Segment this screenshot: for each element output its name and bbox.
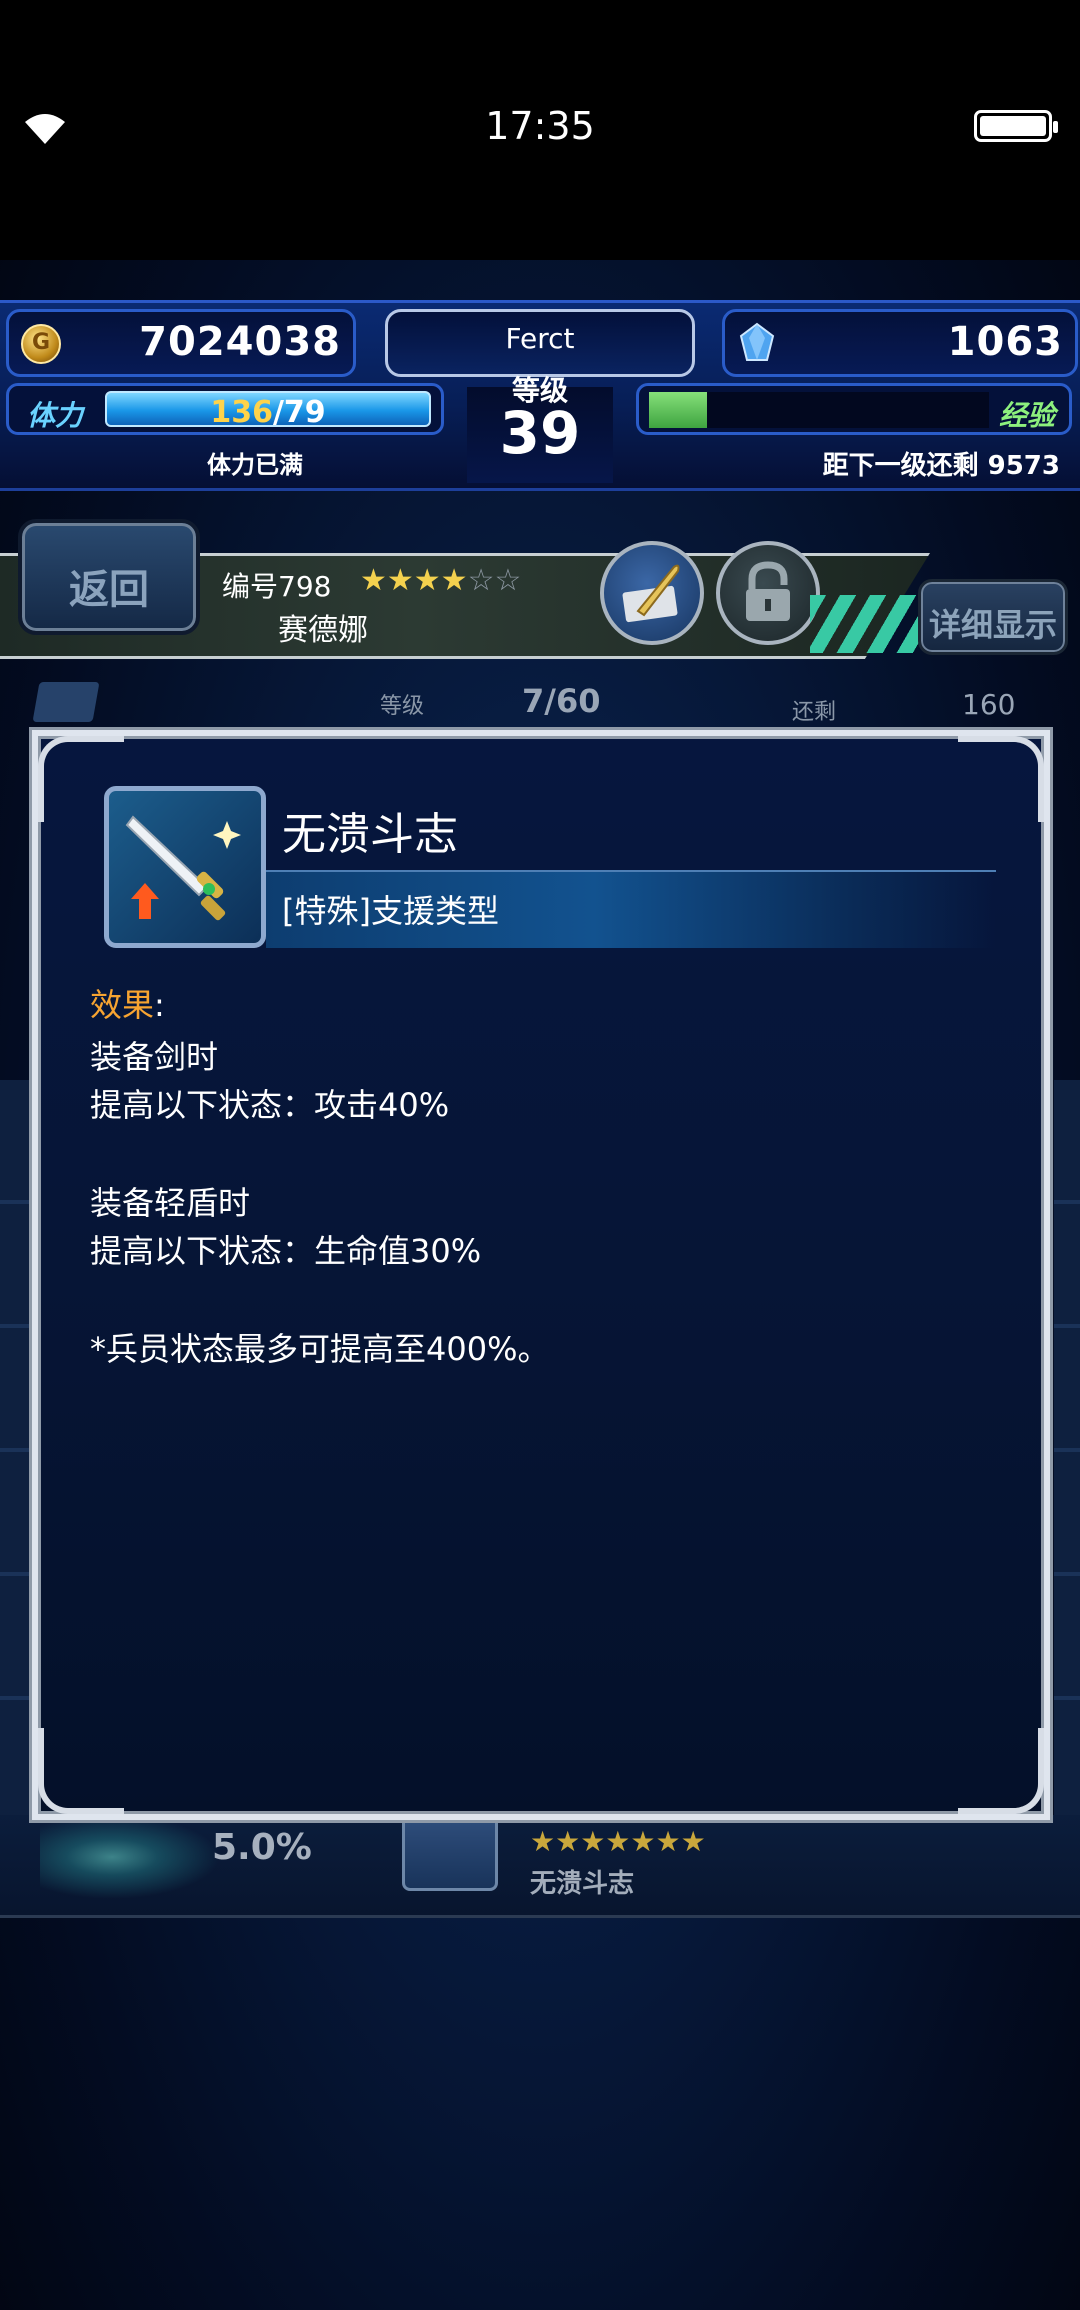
- corner-ornament: [38, 1728, 124, 1814]
- ability-detail-dialog[interactable]: 无溃斗志 [特殊]支援类型 效果: 装备剑时 提高以下状态：攻击40% 装备轻盾…: [32, 730, 1050, 1820]
- bottom-glow: [40, 1815, 220, 1899]
- lapis-amount: 1063: [947, 319, 1063, 365]
- background-ability-row: 5.0% ★★★★★★★ 无溃斗志: [0, 1815, 1080, 1918]
- gil-coin-icon: [21, 324, 61, 364]
- status-bar: 17:35: [0, 0, 1080, 260]
- unit-number: 编号798: [222, 570, 332, 603]
- lapis-crystal-icon: [739, 322, 775, 361]
- effect-line: 装备轻盾时: [90, 1184, 251, 1222]
- stars-empty: ☆☆: [467, 563, 522, 598]
- stars-filled: ★★★★: [360, 563, 468, 598]
- effect-note: *兵员状态最多可提高至400%。: [90, 1330, 550, 1368]
- player-name: Ferct: [505, 322, 575, 355]
- exp-bar-fill: [649, 392, 707, 428]
- unit-name: 赛德娜: [278, 613, 368, 648]
- back-button[interactable]: 返回: [18, 519, 200, 635]
- background-level-row: 等级 7/60 还剩 160: [380, 680, 1080, 725]
- exp-remaining: 距下一级还剩 9573: [822, 451, 1060, 481]
- ability-name: 无溃斗志: [282, 809, 458, 860]
- ability-sword-icon: [104, 786, 266, 948]
- stamina-gauge: 体力 136/79: [6, 383, 444, 435]
- bg-level-value: 7/60: [522, 682, 601, 720]
- unit-rarity-stars: ★★★★☆☆: [360, 563, 521, 598]
- exp-gauge: 经验: [636, 383, 1072, 435]
- corner-ornament: [958, 1728, 1044, 1814]
- effect-line: 提高以下状态：生命值30%: [90, 1232, 482, 1270]
- detail-view-label: 详细显示: [928, 606, 1057, 644]
- bg-ability-stars: ★★★★★★★: [530, 1825, 706, 1858]
- corner-ornament: [958, 736, 1044, 822]
- back-button-label: 返回: [69, 567, 149, 613]
- stamina-max: /79: [272, 395, 326, 430]
- resource-header: 7024038 Ferct 等级 39 1063 体力 136/79 体力已满 …: [0, 300, 1080, 491]
- gil-amount: 7024038: [139, 319, 341, 365]
- exp-bar-track: [649, 392, 989, 428]
- bg-ability-thumb: [402, 1815, 498, 1891]
- effect-label-text: 效果: [90, 986, 155, 1024]
- exp-label: 经验: [998, 399, 1055, 432]
- background-list-edge-right: [1054, 1080, 1080, 1860]
- effect-label-colon: :: [154, 986, 165, 1024]
- stamina-bar: 136/79: [105, 391, 431, 430]
- detail-view-button[interactable]: 详细显示: [918, 579, 1068, 655]
- quill-book-button[interactable]: [600, 541, 704, 645]
- bg-ability-name: 无溃斗志: [530, 1869, 635, 1899]
- effect-line: 提高以下状态：攻击40%: [90, 1086, 450, 1124]
- unit-header: 返回 编号798 ★★★★☆☆ 赛德娜 详细显示: [0, 515, 1080, 665]
- stamina-label: 体力: [27, 399, 84, 432]
- bg-ability-rate: 5.0%: [212, 1827, 312, 1868]
- stamina-current: 136: [210, 395, 273, 430]
- bg-level-label: 等级: [380, 694, 425, 719]
- gil-panel: 7024038: [6, 309, 356, 377]
- quill-icon: [622, 564, 680, 623]
- lock-icon: [746, 561, 790, 621]
- effect-line: 装备剑时: [90, 1038, 219, 1076]
- effect-label: 效果:: [90, 980, 165, 1026]
- background-book-icon: [32, 682, 100, 722]
- decorative-slash: [810, 595, 920, 653]
- stamina-status: 体力已满: [207, 451, 303, 479]
- ability-type: [特殊]支援类型: [282, 892, 499, 930]
- lapis-panel: 1063: [722, 309, 1078, 377]
- bg-remaining-label: 还剩: [792, 700, 837, 725]
- stamina-value: 136/79: [107, 395, 429, 430]
- background-list-edge-left: [0, 1080, 30, 1860]
- battery-icon: [974, 110, 1058, 142]
- status-time: 17:35: [485, 104, 595, 148]
- lock-button[interactable]: [716, 541, 820, 645]
- bg-remaining-value: 160: [962, 688, 1016, 721]
- player-name-plate: Ferct: [385, 309, 695, 377]
